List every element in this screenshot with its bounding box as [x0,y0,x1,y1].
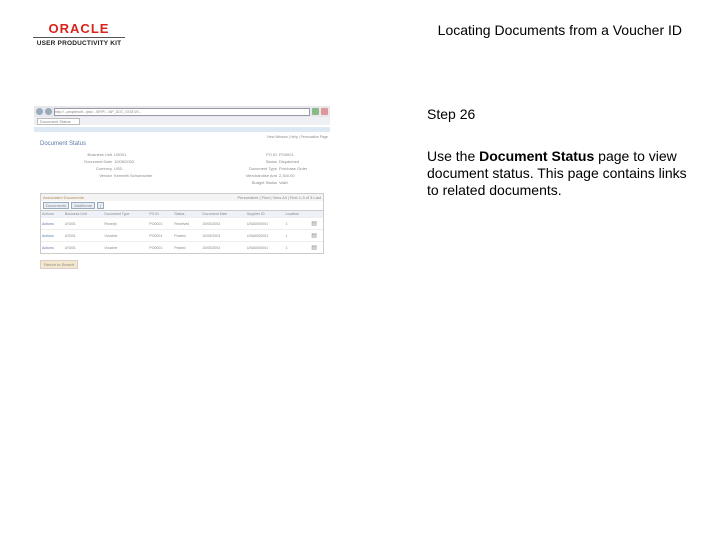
table-cell: US001 [63,241,104,253]
actions-link[interactable]: Actions [41,241,64,253]
table-cell: 1 [284,217,311,230]
step-description: Use the Document Status page to view doc… [427,148,697,199]
column-header: Document Type [103,210,149,218]
document-icon[interactable]: ▤ [310,241,323,253]
field-value: US001 [114,152,127,157]
tab-additional[interactable]: Additional [71,202,95,209]
table-cell: Posted [173,241,202,253]
browser-tab[interactable]: Document Status [37,117,80,125]
field-label: Vendor [99,173,112,178]
logo-subtitle: USER PRODUCTIVITY KIT [36,40,122,47]
field-label [34,180,114,185]
table-cell: 10/05/2003 [201,241,246,253]
field-value: Purchase Order [279,166,308,171]
field-label: Document Type [249,166,277,171]
column-header: PO ID [148,210,174,218]
table-cell: PO0001 [148,217,174,230]
browser-bar: http://...peoplesoft.../psc/.../ERP/.../… [34,106,330,117]
slide-title: Locating Documents from a Voucher ID [437,22,682,38]
field-value: PO0001 [279,152,294,157]
table-row: Actions US001 Voucher PO0001 Posted 10/05/200… [41,241,323,253]
column-header: Document Date [201,210,246,218]
assoc-title: Associated Documents [43,195,84,200]
step-label: Step 26 [427,106,476,122]
stop-icon[interactable] [321,108,328,115]
field-label: PO ID [266,152,277,157]
column-header: Location [284,210,311,218]
address-bar[interactable]: http://...peoplesoft.../psc/.../ERP/.../… [54,107,310,116]
field-value: 10/05/2003 [114,159,135,164]
field-value: Dispatched [279,159,300,164]
table-cell: 10/05/2003 [201,229,246,242]
desc-bold: Document Status [479,148,595,164]
table-cell: PO0001 [148,229,174,242]
document-icon[interactable]: ▤ [310,229,323,242]
tab-show-all[interactable]: | [96,202,104,209]
document-fields: Business Unit US001 PO ID PO0001 Document Da… [34,149,330,185]
desc-text: Use the [427,148,480,164]
table-row: Actions US001 Voucher PO0001 Posted 10/05/200… [41,229,323,242]
table-cell: USA0000001 [245,217,285,230]
table-cell: Voucher [103,229,149,242]
field-value: Valid [279,180,288,185]
table-cell: Received [173,217,202,230]
field-label: Status [265,159,277,164]
assoc-nav[interactable]: Personalize | Find | View All | First 1-… [237,195,321,200]
table-cell: PO0001 [148,241,174,253]
forward-icon[interactable] [45,108,52,115]
logo-brand: ORACLE [48,21,110,36]
page-links[interactable]: New Window | Help | Personalize Page [34,132,330,139]
field-value: USD [114,166,123,171]
table-row: Actions US001 Receipt PO0001 Received 10/05/2… [41,217,323,230]
go-icon[interactable] [312,108,319,115]
document-icon[interactable]: ▤ [310,217,323,230]
actions-link[interactable]: Actions [41,217,64,230]
table-cell: USA0000001 [245,241,285,253]
table-cell: Posted [173,229,202,242]
column-header: Actions [41,210,64,218]
documents-table: Actions Business Unit Document Type PO ID St… [41,210,323,253]
back-icon[interactable] [36,108,43,115]
page-title: Document Status [40,141,87,147]
field-label: Business Unit [87,152,112,157]
field-label: Document Date [84,159,112,164]
oracle-upk-logo: ORACLE USER PRODUCTIVITY KIT [33,22,125,47]
field-value: 2,300.00 [279,173,295,178]
table-cell: 10/05/2003 [201,217,246,230]
table-cell: 1 [284,229,311,242]
column-header: Business Unit [63,210,104,218]
table-cell: 1 [284,241,311,253]
field-label: Currency [95,166,112,171]
column-header: Supplier ID [245,210,285,218]
actions-link[interactable]: Actions [41,229,64,242]
table-cell: USA0000001 [245,229,285,242]
table-cell: US001 [63,229,104,242]
table-cell: US001 [63,217,104,230]
field-value [114,180,184,185]
associated-documents: Associated Documents Personalize | Find |… [40,193,324,254]
field-value: Kenneth Schumacher [114,173,153,178]
table-cell: Voucher [103,241,149,253]
field-label: Budget Status [251,180,277,185]
field-label: Merchandise Amt [246,173,277,178]
table-cell: Receipt [103,217,149,230]
column-header: Status [173,210,202,218]
return-to-search-button[interactable]: Return to Search [40,260,79,269]
embedded-screenshot: http://...peoplesoft.../psc/.../ERP/.../… [34,106,330,270]
tab-documents[interactable]: Documents [43,202,70,209]
